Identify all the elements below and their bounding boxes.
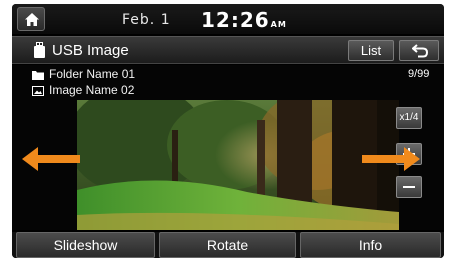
usb-icon — [34, 42, 45, 58]
back-button[interactable] — [399, 40, 439, 61]
home-icon — [25, 13, 39, 26]
image-counter: 9/99 — [408, 68, 430, 80]
slideshow-button[interactable]: Slideshow — [16, 232, 155, 258]
photo-display — [77, 100, 399, 230]
rotate-button[interactable]: Rotate — [159, 232, 296, 258]
info-button[interactable]: Info — [300, 232, 441, 258]
time-value: 12:26 — [201, 8, 270, 32]
minus-icon — [403, 186, 415, 188]
folder-name: Folder Name 01 — [49, 67, 136, 81]
bottom-toolbar: Slideshow Rotate Info — [12, 232, 444, 258]
title-bar: USB Image List — [12, 36, 444, 64]
file-info: Folder Name 01 Image Name 02 9/99 — [12, 65, 444, 101]
image-icon — [32, 85, 44, 96]
page-title: USB Image — [52, 42, 129, 59]
left-arrow-icon[interactable] — [22, 146, 80, 172]
image-viewer[interactable]: Folder Name 01 Image Name 02 9/99 x1/4 — [12, 65, 444, 230]
list-button[interactable]: List — [348, 40, 394, 61]
image-name: Image Name 02 — [49, 83, 135, 97]
status-bar: Feb. 1 12:26AM — [12, 4, 444, 34]
home-button[interactable] — [17, 7, 45, 31]
folder-icon — [32, 70, 44, 80]
date-display: Feb. 1 — [122, 12, 171, 28]
back-arrow-icon — [412, 44, 428, 58]
ampm-indicator: AM — [270, 20, 287, 29]
image-row: Image Name 02 — [32, 83, 134, 97]
head-unit-screen: Feb. 1 12:26AM USB Image List Folder Nam… — [12, 4, 444, 258]
folder-row: Folder Name 01 — [32, 67, 135, 81]
zoom-out-button[interactable] — [396, 176, 422, 198]
right-arrow-icon[interactable] — [362, 146, 420, 172]
zoom-level-button[interactable]: x1/4 — [396, 107, 422, 129]
clock-display: 12:26AM — [201, 8, 287, 32]
